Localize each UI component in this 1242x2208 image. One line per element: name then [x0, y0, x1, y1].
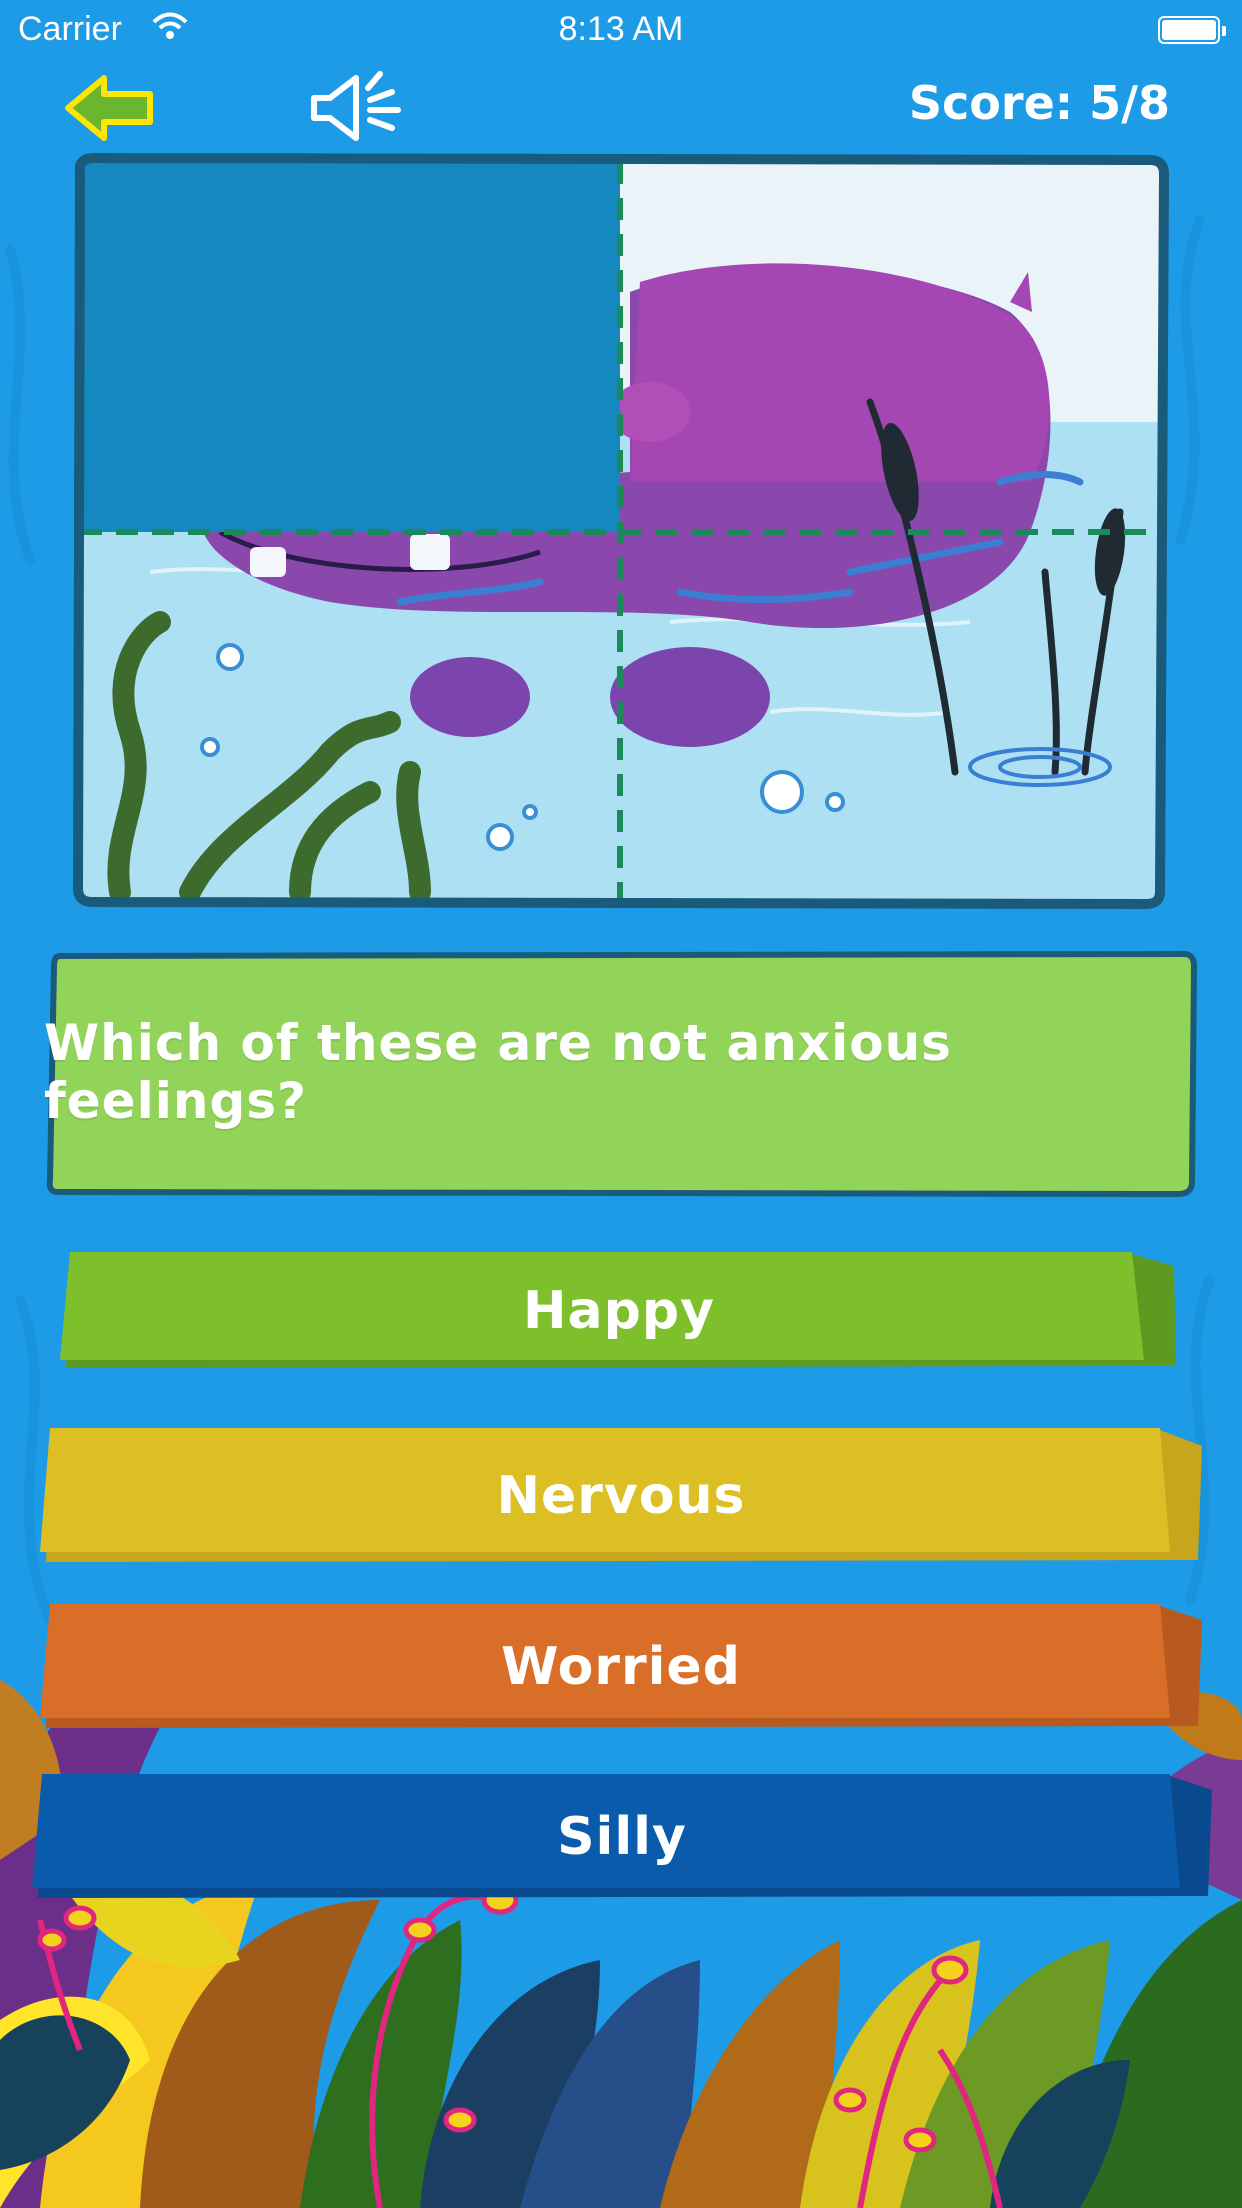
puzzle-piece-hidden [78, 158, 620, 532]
score-label: Score: 5/8 [908, 76, 1170, 130]
answer-button-happy[interactable]: Happy [56, 1248, 1182, 1374]
answer-button-nervous[interactable]: Nervous [36, 1424, 1206, 1568]
answer-button-silly[interactable]: Silly [28, 1770, 1216, 1904]
question-text: Which of these are not anxious feelings? [44, 1014, 952, 1130]
back-arrow-icon[interactable] [64, 72, 156, 142]
speaker-sound-icon[interactable] [308, 70, 408, 146]
answer-button-worried[interactable]: Worried [36, 1600, 1206, 1734]
answer-label: Silly [557, 1807, 687, 1867]
answer-label: Happy [523, 1281, 715, 1341]
answer-label: Worried [501, 1637, 741, 1697]
hippo-puzzle-image [72, 152, 1170, 910]
battery-icon [1158, 16, 1226, 44]
clock: 8:13 AM [558, 10, 684, 48]
status-bar: Carrier 8:13 AM [0, 0, 1242, 62]
answer-label: Nervous [496, 1466, 746, 1526]
